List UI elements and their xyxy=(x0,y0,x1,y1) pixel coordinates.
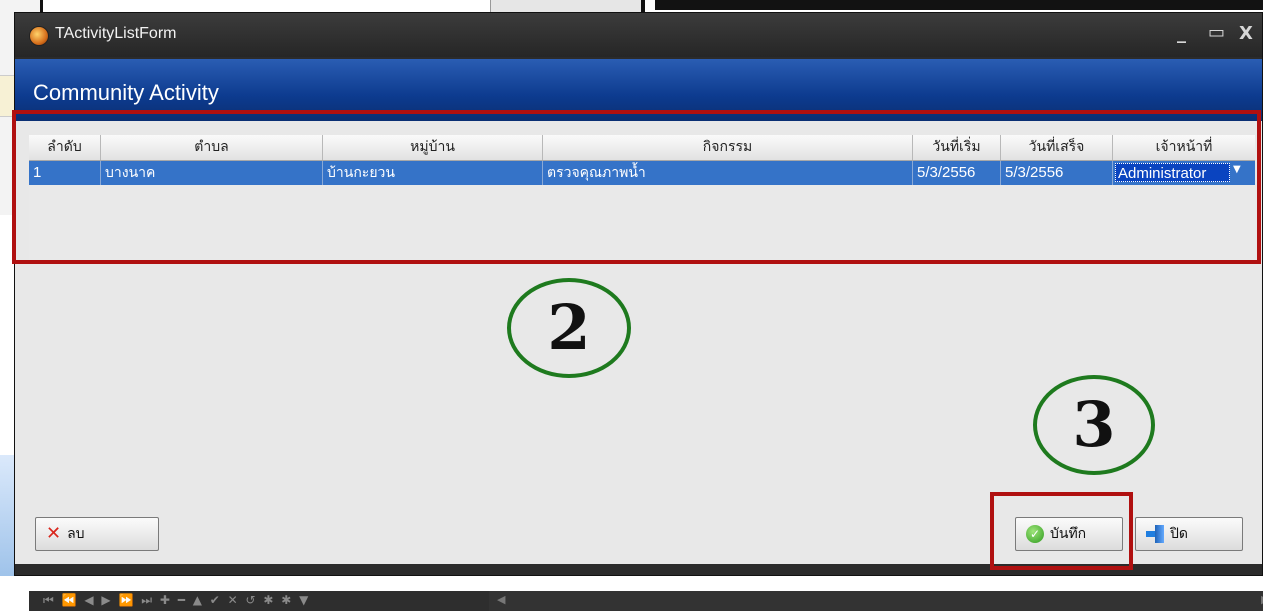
close-button[interactable]: ปิด xyxy=(1135,517,1243,551)
window-title: TActivityListForm xyxy=(55,25,177,42)
scroll-left-icon[interactable]: ◀ xyxy=(497,593,505,606)
maximize-button[interactable]: ▭ xyxy=(1208,22,1225,43)
delete-button-label: ลบ xyxy=(67,526,85,542)
annotation-circle-3: 3 xyxy=(1033,375,1155,475)
exit-door-icon xyxy=(1146,525,1164,543)
background-dark-strip xyxy=(655,0,1263,10)
delete-icon: ✕ xyxy=(46,523,62,544)
close-button-label: ปิด xyxy=(1170,526,1188,542)
title-bar[interactable]: TActivityListForm _ ▭ X xyxy=(15,13,1262,57)
minimize-button[interactable]: _ xyxy=(1177,23,1186,44)
grid-highlight-box xyxy=(12,110,1261,264)
app-icon xyxy=(29,26,49,46)
save-highlight-box xyxy=(990,492,1133,570)
navigator-buttons[interactable]: ⏮ ⏪ ◀ ▶ ⏩ ⏭ ✚ ━ ▲ ✔ ✕ ↺ ✱ ✱ ▼ xyxy=(43,593,310,608)
delete-button[interactable]: ✕ ลบ xyxy=(35,517,159,551)
close-window-button[interactable]: X xyxy=(1239,23,1253,44)
grid-navigator[interactable]: ⏮ ⏪ ◀ ▶ ⏩ ⏭ ✚ ━ ▲ ✔ ✕ ↺ ✱ ✱ ▼ xyxy=(29,591,489,611)
horizontal-scrollbar[interactable]: ◀ ▶ xyxy=(489,591,1263,611)
form-title: Community Activity xyxy=(33,80,219,105)
annotation-circle-2: 2 xyxy=(507,278,631,378)
